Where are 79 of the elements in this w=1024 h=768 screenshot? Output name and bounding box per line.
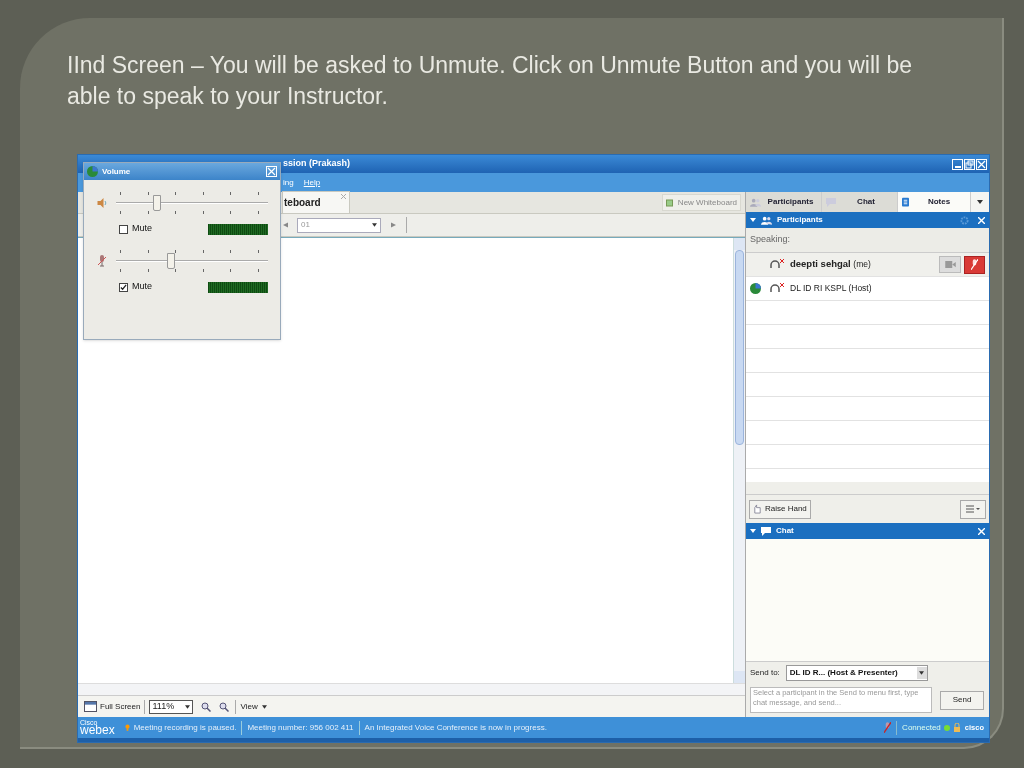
settings-icon[interactable] [960,215,969,225]
caret-icon [919,670,925,675]
participant-row[interactable]: deepti sehgal (me) [746,253,989,277]
close-icon [977,159,986,169]
status-message: An Integrated Voice Conference is now in progress. [364,721,547,734]
restore-icon [965,159,974,169]
microphone-muted-icon[interactable] [884,722,892,733]
status-message: Meeting recording is paused. [133,721,237,734]
list-icon [966,505,980,513]
horizontal-scrollbar[interactable] [78,683,745,695]
vertical-scrollbar[interactable] [733,238,745,683]
camera-icon [944,261,956,268]
lock-icon [953,723,960,732]
slide-heading: IInd Screen – You will be asked to Unmute. Click on Unmute Button and you will be able to speak to your Instructor. [67,51,914,111]
microphone-muted-icon [971,259,978,270]
mute-checkbox[interactable]: Mute [119,280,208,294]
window-title: ssion (Prakash) [283,157,352,171]
whiteboard-icon [665,198,674,207]
caret-icon [372,223,377,227]
caret-icon [977,200,983,204]
list-options-button[interactable] [960,499,986,519]
send-button[interactable]: Send [940,690,984,710]
caret-icon [261,704,267,709]
recording-icon [124,724,130,731]
panel-title: Chat [776,525,795,537]
caret-icon [185,704,191,709]
panel-tab[interactable]: Participants [746,192,822,212]
notepad-icon [902,197,909,207]
minimize-icon [954,165,961,168]
next-page-icon[interactable] [391,222,396,228]
panel-tab[interactable]: Notes [898,192,971,212]
check-icon [120,283,127,291]
unmute-button[interactable] [964,255,985,274]
panel-title: Participants [777,214,824,226]
speaker-icon [96,198,108,208]
globe-icon [750,282,761,294]
volume-slider[interactable] [116,248,268,274]
speech-bubble-icon [761,526,771,536]
raise-hand-button[interactable]: Raise Hand [749,499,811,519]
hand-icon [753,504,762,514]
speaking-label: Speaking: [750,233,791,247]
level-meter [208,223,268,235]
close-icon[interactable] [341,194,346,199]
collapse-icon[interactable] [750,529,756,533]
status-message: Meeting number: 956 002 411 [247,721,354,734]
brand-logo: webex [80,724,115,736]
slider-thumb[interactable] [153,195,162,211]
send-to-dropdown[interactable]: DL ID R... (Host & Presenter) [785,664,928,681]
monitor-icon [84,701,97,712]
full-screen-button[interactable]: Full Screen [84,700,141,713]
people-icon [750,197,761,207]
previous-page-icon[interactable] [283,222,288,228]
globe-icon [87,166,98,177]
panel-tab[interactable]: Chat [822,192,898,212]
close-icon [267,167,276,176]
dialog-title: Volume [102,165,132,178]
participant-name: deepti sehgal (me) [790,257,872,272]
send-to-label: Send to: [750,666,780,679]
collapse-icon[interactable] [750,218,756,222]
whiteboard-tab[interactable]: teboard [282,191,350,213]
slider-thumb[interactable] [166,253,175,269]
level-meter [208,281,268,293]
volume-slider[interactable] [116,190,268,216]
zoom-dropdown[interactable]: 111% [149,699,194,714]
close-button[interactable] [266,166,277,177]
headset-muted-icon [770,282,784,295]
headset-muted-icon [770,258,784,271]
connection-status: Connected [902,721,941,734]
close-button[interactable] [976,158,987,170]
view-menu[interactable]: View [240,700,267,713]
people-icon [761,215,772,225]
zoom-out-icon[interactable] [219,701,230,712]
mute-checkbox[interactable]: Mute [119,222,208,236]
minimize-button[interactable] [952,158,963,170]
status-dot-icon [943,724,950,731]
participant-name: DL ID RI KSPL (Host) [790,282,873,295]
microphone-icon [98,255,106,267]
zoom-in-icon[interactable] [201,701,212,712]
restore-button[interactable] [964,158,975,170]
